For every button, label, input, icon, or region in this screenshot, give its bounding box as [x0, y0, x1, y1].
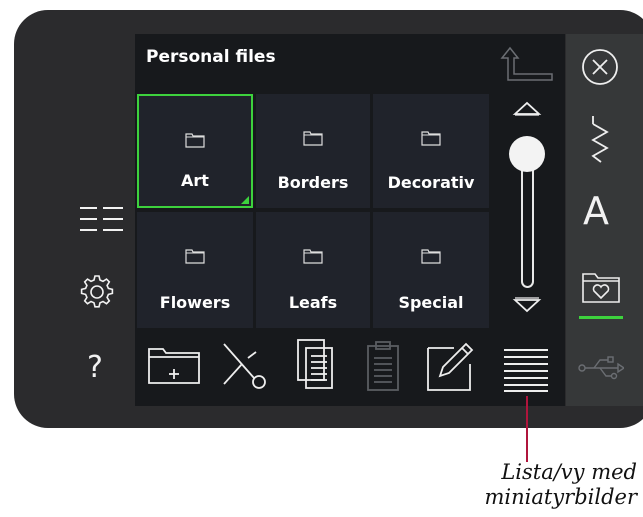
folder-tile-leafs[interactable]: Leafs: [256, 212, 370, 328]
callout-line-1: Lista/vy med: [501, 460, 637, 484]
folder-icon: [303, 248, 323, 268]
callout-caption: Lista/vy med miniatyrbilder: [484, 460, 637, 510]
folder-icon: [185, 132, 205, 152]
folder-label: Art: [181, 171, 209, 190]
personal-folder-icon[interactable]: [581, 272, 621, 310]
page-title: Personal files: [146, 47, 276, 67]
font-icon[interactable]: A: [583, 192, 609, 230]
folder-tile-flowers[interactable]: Flowers: [137, 212, 253, 328]
usb-icon: [578, 355, 626, 385]
folder-tile-special[interactable]: Special: [373, 212, 489, 328]
copy-icon[interactable]: [296, 338, 336, 396]
scroll-up-icon[interactable]: [512, 100, 542, 120]
cut-icon[interactable]: [218, 340, 270, 396]
list-menu-icon[interactable]: [79, 206, 125, 236]
folder-label: Borders: [277, 173, 349, 192]
new-folder-icon[interactable]: [147, 347, 201, 389]
folder-label: Leafs: [288, 293, 338, 312]
folder-icon: [421, 130, 441, 150]
folder-icon: [421, 248, 441, 268]
active-tab-indicator: [579, 316, 623, 319]
folder-tile-borders[interactable]: Borders: [256, 94, 370, 208]
folder-label: Decorativ: [387, 173, 475, 192]
callout-line: [526, 396, 528, 462]
paste-icon: [366, 340, 400, 396]
callout-line-2: miniatyrbilder: [484, 485, 637, 509]
folder-tile-art[interactable]: Art: [137, 94, 253, 208]
gear-icon[interactable]: [79, 274, 115, 314]
folder-label: Flowers: [159, 293, 231, 312]
help-icon[interactable]: ?: [87, 350, 103, 385]
close-icon[interactable]: [581, 48, 619, 90]
rename-icon[interactable]: [426, 340, 476, 396]
scrollbar-thumb[interactable]: [509, 136, 545, 172]
selection-corner-icon: [241, 196, 249, 204]
folder-icon: [303, 130, 323, 150]
scroll-down-icon[interactable]: [512, 297, 542, 319]
help-label: ?: [87, 350, 103, 385]
folder-label: Special: [398, 293, 464, 312]
folder-icon: [185, 248, 205, 268]
font-icon-label: A: [583, 189, 609, 233]
folder-tile-decorativ[interactable]: Decorativ: [373, 94, 489, 208]
back-arrow-icon[interactable]: [498, 40, 554, 84]
stitch-icon[interactable]: [587, 114, 613, 168]
list-view-icon[interactable]: [503, 348, 549, 396]
